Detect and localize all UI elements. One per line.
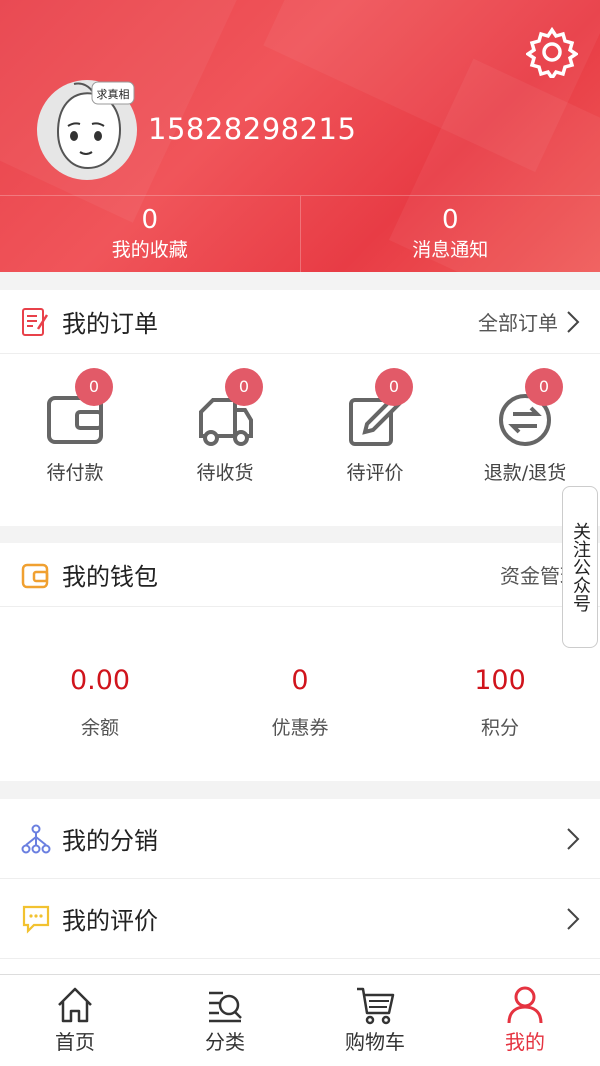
user-icon [507, 986, 543, 1024]
category-icon [209, 991, 242, 1023]
order-badge: 0 [75, 368, 113, 406]
tab-label: 购物车 [345, 1030, 405, 1054]
order-label: 退款/退货 [483, 462, 567, 484]
stats-bar: 0 我的收藏 0 消息通知 [0, 195, 600, 272]
order-label: 待评价 [346, 462, 404, 484]
order-list-icon [22, 307, 49, 336]
wallet-header[interactable]: 我的钱包 资金管理 [0, 543, 600, 607]
notifications-count: 0 [441, 205, 459, 235]
tab-mine[interactable]: 我的 [450, 975, 600, 1066]
distribution-row[interactable]: 我的分销 [0, 799, 600, 879]
tab-cart[interactable]: 购物车 [300, 975, 450, 1066]
phone-number: 15828298215 [148, 112, 357, 146]
tab-label: 首页 [55, 1030, 95, 1054]
menu-list: 我的分销 我的评价 [0, 799, 600, 974]
distribution-label: 我的分销 [62, 827, 158, 855]
tab-home[interactable]: 首页 [0, 975, 150, 1066]
favorites-stat[interactable]: 0 我的收藏 [0, 196, 300, 272]
chevron-right-icon [567, 907, 580, 930]
coupon-label: 优惠券 [271, 717, 329, 739]
tab-label: 分类 [205, 1030, 245, 1054]
follow-official-account-tab[interactable]: 关注公众号 [562, 486, 598, 648]
order-badge: 0 [225, 368, 263, 406]
avatar[interactable]: 求真相 [36, 72, 138, 184]
balance-value: 0.00 [69, 665, 131, 696]
coupon-value: 0 [291, 665, 309, 696]
orders-header[interactable]: 我的订单 全部订单 [0, 290, 600, 354]
points-value: 100 [474, 665, 526, 696]
order-status-row: 0 待付款 0 待收货 0 待评价 0 退款/退货 [0, 354, 600, 524]
reviews-row[interactable]: 我的评价 [0, 879, 600, 959]
orders-section: 我的订单 全部订单 0 待付款 0 待收货 0 待评价 0 退款/退货 [0, 290, 600, 526]
order-pending-payment[interactable]: 0 待付款 [0, 354, 150, 524]
order-badge: 0 [525, 368, 563, 406]
order-label: 待付款 [46, 462, 104, 484]
order-pending-receipt[interactable]: 0 待收货 [150, 354, 300, 524]
wallet-values-row: 0.00 余额 0 优惠券 100 积分 [0, 607, 600, 782]
coupon-item[interactable]: 0 优惠券 [200, 607, 400, 782]
points-label: 积分 [480, 717, 519, 739]
favorites-label: 我的收藏 [111, 239, 188, 261]
orders-title: 我的订单 [62, 310, 158, 338]
balance-item[interactable]: 0.00 余额 [0, 607, 200, 782]
tab-label: 我的 [505, 1030, 545, 1054]
balance-label: 余额 [80, 717, 119, 739]
wallet-title: 我的钱包 [62, 563, 158, 591]
favorites-count: 0 [141, 205, 159, 235]
follow-label: 关注公众号 [570, 522, 591, 612]
tab-category[interactable]: 分类 [150, 975, 300, 1066]
order-pending-review[interactable]: 0 待评价 [300, 354, 450, 524]
wallet-section: 我的钱包 资金管理 0.00 余额 0 优惠券 100 积分 [0, 543, 600, 781]
notifications-stat[interactable]: 0 消息通知 [299, 196, 600, 272]
gear-icon[interactable] [526, 26, 578, 78]
comment-icon [22, 905, 50, 934]
notifications-label: 消息通知 [412, 239, 489, 261]
cart-icon [357, 987, 395, 1025]
order-badge: 0 [375, 368, 413, 406]
profile-header: 求真相 15828298215 0 我的收藏 0 消息通知 [0, 0, 600, 272]
distribution-icon [21, 824, 51, 853]
all-orders-label: 全部订单 [478, 311, 558, 335]
bottom-tab-bar: 首页 分类 购物车 我的 [0, 974, 600, 1066]
avatar-caption: 求真相 [97, 87, 130, 101]
order-label: 待收货 [196, 462, 254, 484]
reviews-label: 我的评价 [62, 907, 158, 935]
wallet-icon [21, 563, 49, 588]
chevron-right-icon [567, 827, 580, 850]
home-icon [58, 987, 92, 1023]
all-orders-link[interactable]: 全部订单 [478, 307, 580, 336]
chevron-right-icon [567, 310, 580, 333]
